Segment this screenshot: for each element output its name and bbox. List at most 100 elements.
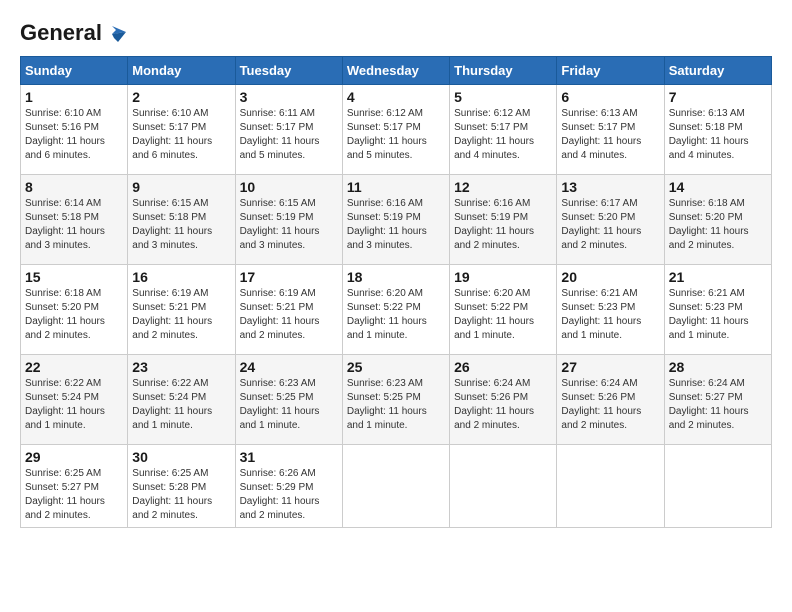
- day-info: Sunrise: 6:23 AM Sunset: 5:25 PM Dayligh…: [347, 377, 445, 433]
- day-info: Sunrise: 6:12 AM Sunset: 5:17 PM Dayligh…: [347, 107, 445, 163]
- day-number: 20: [561, 269, 659, 285]
- day-info: Sunrise: 6:24 AM Sunset: 5:26 PM Dayligh…: [561, 377, 659, 433]
- calendar-cell: 14Sunrise: 6:18 AM Sunset: 5:20 PM Dayli…: [664, 175, 771, 265]
- day-info: Sunrise: 6:10 AM Sunset: 5:16 PM Dayligh…: [25, 107, 123, 163]
- calendar-cell: [664, 445, 771, 528]
- calendar-cell: 26 Sunrise: 6:24 AM Sunset: 5:26 PM Dayli…: [450, 355, 557, 445]
- calendar-body: 1 Sunrise: 6:10 AM Sunset: 5:16 PM Daylig…: [21, 85, 772, 528]
- calendar-header-saturday: Saturday: [664, 57, 771, 85]
- day-info: Sunrise: 6:22 AM Sunset: 5:24 PM Dayligh…: [25, 377, 123, 433]
- calendar-cell: 8 Sunrise: 6:14 AM Sunset: 5:18 PM Daylig…: [21, 175, 128, 265]
- day-info: Sunrise: 6:17 AM Sunset: 5:20 PM Dayligh…: [561, 197, 659, 253]
- day-info: Sunrise: 6:23 AM Sunset: 5:25 PM Dayligh…: [240, 377, 338, 433]
- day-info: Sunrise: 6:19 AM Sunset: 5:21 PM Dayligh…: [240, 287, 338, 343]
- day-number: 27: [561, 359, 659, 375]
- logo-general: General: [20, 20, 102, 46]
- day-info: Sunrise: 6:26 AM Sunset: 5:29 PM Dayligh…: [240, 467, 338, 523]
- calendar-header-friday: Friday: [557, 57, 664, 85]
- calendar-cell: 9Sunrise: 6:15 AM Sunset: 5:18 PM Daylig…: [128, 175, 235, 265]
- calendar-header-row: SundayMondayTuesdayWednesdayThursdayFrid…: [21, 57, 772, 85]
- day-info: Sunrise: 6:13 AM Sunset: 5:18 PM Dayligh…: [669, 107, 767, 163]
- calendar-cell: 17 Sunrise: 6:19 AM Sunset: 5:21 PM Dayli…: [235, 265, 342, 355]
- day-number: 14: [669, 179, 767, 195]
- day-info: Sunrise: 6:25 AM Sunset: 5:28 PM Dayligh…: [132, 467, 230, 523]
- calendar-cell: 3 Sunrise: 6:11 AM Sunset: 5:17 PM Daylig…: [235, 85, 342, 175]
- day-info: Sunrise: 6:16 AM Sunset: 5:19 PM Dayligh…: [454, 197, 552, 253]
- calendar-header-thursday: Thursday: [450, 57, 557, 85]
- day-info: Sunrise: 6:24 AM Sunset: 5:26 PM Dayligh…: [454, 377, 552, 433]
- day-number: 30: [132, 449, 230, 465]
- calendar-cell: 12 Sunrise: 6:16 AM Sunset: 5:19 PM Dayli…: [450, 175, 557, 265]
- calendar-week-1: 1 Sunrise: 6:10 AM Sunset: 5:16 PM Daylig…: [21, 85, 772, 175]
- calendar-cell: 21 Sunrise: 6:21 AM Sunset: 5:23 PM Dayli…: [664, 265, 771, 355]
- day-info: Sunrise: 6:20 AM Sunset: 5:22 PM Dayligh…: [454, 287, 552, 343]
- calendar-cell: 16 Sunrise: 6:19 AM Sunset: 5:21 PM Dayli…: [128, 265, 235, 355]
- day-number: 26: [454, 359, 552, 375]
- day-number: 2: [132, 89, 230, 105]
- day-info: Sunrise: 6:11 AM Sunset: 5:17 PM Dayligh…: [240, 107, 338, 163]
- calendar-week-5: 29Sunrise: 6:25 AM Sunset: 5:27 PM Dayli…: [21, 445, 772, 528]
- day-info: Sunrise: 6:21 AM Sunset: 5:23 PM Dayligh…: [561, 287, 659, 343]
- calendar-cell: 25 Sunrise: 6:23 AM Sunset: 5:25 PM Dayli…: [342, 355, 449, 445]
- day-number: 12: [454, 179, 552, 195]
- day-info: Sunrise: 6:20 AM Sunset: 5:22 PM Dayligh…: [347, 287, 445, 343]
- calendar-cell: 18 Sunrise: 6:20 AM Sunset: 5:22 PM Dayli…: [342, 265, 449, 355]
- day-number: 23: [132, 359, 230, 375]
- calendar-week-4: 22 Sunrise: 6:22 AM Sunset: 5:24 PM Dayli…: [21, 355, 772, 445]
- day-number: 25: [347, 359, 445, 375]
- day-number: 13: [561, 179, 659, 195]
- calendar-cell: 1 Sunrise: 6:10 AM Sunset: 5:16 PM Daylig…: [21, 85, 128, 175]
- day-number: 11: [347, 179, 445, 195]
- day-number: 10: [240, 179, 338, 195]
- calendar-cell: 11Sunrise: 6:16 AM Sunset: 5:19 PM Dayli…: [342, 175, 449, 265]
- day-info: Sunrise: 6:22 AM Sunset: 5:24 PM Dayligh…: [132, 377, 230, 433]
- day-info: Sunrise: 6:14 AM Sunset: 5:18 PM Dayligh…: [25, 197, 123, 253]
- day-info: Sunrise: 6:24 AM Sunset: 5:27 PM Dayligh…: [669, 377, 767, 433]
- day-number: 31: [240, 449, 338, 465]
- day-number: 18: [347, 269, 445, 285]
- day-number: 7: [669, 89, 767, 105]
- logo: General: [20, 20, 126, 46]
- calendar-cell: 23 Sunrise: 6:22 AM Sunset: 5:24 PM Dayli…: [128, 355, 235, 445]
- calendar-cell: 6 Sunrise: 6:13 AM Sunset: 5:17 PM Daylig…: [557, 85, 664, 175]
- calendar-cell: [450, 445, 557, 528]
- day-number: 22: [25, 359, 123, 375]
- day-number: 24: [240, 359, 338, 375]
- day-info: Sunrise: 6:10 AM Sunset: 5:17 PM Dayligh…: [132, 107, 230, 163]
- calendar-cell: 4Sunrise: 6:12 AM Sunset: 5:17 PM Daylig…: [342, 85, 449, 175]
- day-number: 16: [132, 269, 230, 285]
- calendar-header-wednesday: Wednesday: [342, 57, 449, 85]
- calendar-table: SundayMondayTuesdayWednesdayThursdayFrid…: [20, 56, 772, 528]
- calendar-week-2: 8 Sunrise: 6:14 AM Sunset: 5:18 PM Daylig…: [21, 175, 772, 265]
- calendar-cell: 13 Sunrise: 6:17 AM Sunset: 5:20 PM Dayli…: [557, 175, 664, 265]
- day-number: 1: [25, 89, 123, 105]
- calendar-header-sunday: Sunday: [21, 57, 128, 85]
- day-info: Sunrise: 6:15 AM Sunset: 5:19 PM Dayligh…: [240, 197, 338, 253]
- day-number: 6: [561, 89, 659, 105]
- day-number: 17: [240, 269, 338, 285]
- calendar-cell: [557, 445, 664, 528]
- calendar-cell: 15Sunrise: 6:18 AM Sunset: 5:20 PM Dayli…: [21, 265, 128, 355]
- calendar-header-tuesday: Tuesday: [235, 57, 342, 85]
- day-number: 8: [25, 179, 123, 195]
- day-number: 28: [669, 359, 767, 375]
- day-info: Sunrise: 6:13 AM Sunset: 5:17 PM Dayligh…: [561, 107, 659, 163]
- day-number: 19: [454, 269, 552, 285]
- day-info: Sunrise: 6:19 AM Sunset: 5:21 PM Dayligh…: [132, 287, 230, 343]
- calendar-header-monday: Monday: [128, 57, 235, 85]
- day-number: 3: [240, 89, 338, 105]
- calendar-cell: 5Sunrise: 6:12 AM Sunset: 5:17 PM Daylig…: [450, 85, 557, 175]
- calendar-cell: 10 Sunrise: 6:15 AM Sunset: 5:19 PM Dayli…: [235, 175, 342, 265]
- day-number: 29: [25, 449, 123, 465]
- calendar-cell: 19 Sunrise: 6:20 AM Sunset: 5:22 PM Dayli…: [450, 265, 557, 355]
- calendar-week-3: 15Sunrise: 6:18 AM Sunset: 5:20 PM Dayli…: [21, 265, 772, 355]
- day-number: 21: [669, 269, 767, 285]
- calendar-cell: 7 Sunrise: 6:13 AM Sunset: 5:18 PM Daylig…: [664, 85, 771, 175]
- header: General: [20, 20, 772, 46]
- day-info: Sunrise: 6:21 AM Sunset: 5:23 PM Dayligh…: [669, 287, 767, 343]
- calendar-cell: 30 Sunrise: 6:25 AM Sunset: 5:28 PM Dayli…: [128, 445, 235, 528]
- calendar-cell: 31 Sunrise: 6:26 AM Sunset: 5:29 PM Dayli…: [235, 445, 342, 528]
- logo-bird-icon: [104, 24, 126, 42]
- calendar-cell: 24 Sunrise: 6:23 AM Sunset: 5:25 PM Dayli…: [235, 355, 342, 445]
- calendar-cell: 28 Sunrise: 6:24 AM Sunset: 5:27 PM Dayli…: [664, 355, 771, 445]
